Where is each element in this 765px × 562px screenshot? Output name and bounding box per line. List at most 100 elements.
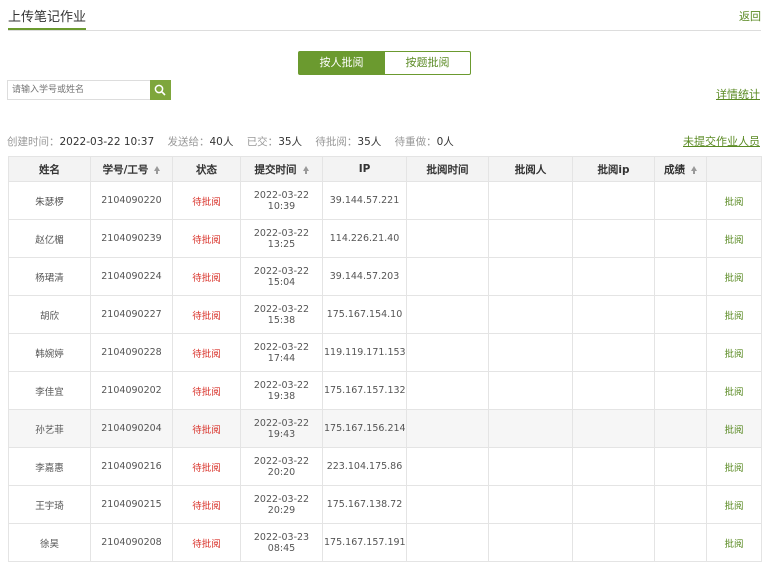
cell-reviewer xyxy=(488,485,573,524)
review-mode-toggle: 按人批阅 按题批阅 xyxy=(298,51,471,75)
col-review-time: 批阅时间 xyxy=(406,156,489,182)
page-header: 上传笔记作业 返回 xyxy=(8,0,761,31)
cell-review-time xyxy=(406,447,489,486)
cell-submit-time: 2022-03-22 20:29 xyxy=(240,485,323,524)
cell-student-id: 2104090220 xyxy=(90,181,173,220)
cell-name: 徐昊 xyxy=(8,523,91,562)
cell-student-id: 2104090224 xyxy=(90,257,173,296)
cell-ip: 175.167.138.72 xyxy=(322,485,407,524)
cell-student-id: 2104090208 xyxy=(90,523,173,562)
sent-label: 发送给： xyxy=(167,136,210,148)
col-submit-time[interactable]: 提交时间 xyxy=(240,156,323,182)
cell-student-id: 2104090202 xyxy=(90,371,173,410)
review-link[interactable]: 批阅 xyxy=(724,463,743,474)
cell-review-time xyxy=(406,333,489,372)
cell-student-id: 2104090239 xyxy=(90,219,173,258)
review-link[interactable]: 批阅 xyxy=(724,197,743,208)
search-button[interactable] xyxy=(149,80,171,100)
cell-score xyxy=(654,257,707,296)
homework-stats: 创建时间：2022-03-22 10:37 发送给：40人 已交：35人 待批阅… xyxy=(7,134,464,149)
cell-student-id: 2104090216 xyxy=(90,447,173,486)
cell-submit-time: 2022-03-22 15:04 xyxy=(240,257,323,296)
unsubmitted-list-link[interactable]: 未提交作业人员 xyxy=(683,133,760,149)
cell-submit-time: 2022-03-22 17:44 xyxy=(240,333,323,372)
cell-name: 孙艺菲 xyxy=(8,409,91,448)
cell-reviewer xyxy=(488,371,573,410)
cell-score xyxy=(654,295,707,334)
cell-action: 批阅 xyxy=(706,181,762,220)
sort-icon[interactable] xyxy=(154,165,161,174)
cell-reviewer xyxy=(488,219,573,258)
cell-action: 批阅 xyxy=(706,333,762,372)
cell-submit-time: 2022-03-22 20:20 xyxy=(240,447,323,486)
cell-ip: 39.144.57.221 xyxy=(322,181,407,220)
col-ip: IP xyxy=(322,156,407,182)
cell-reviewer xyxy=(488,181,573,220)
cell-status: 待批阅 xyxy=(172,523,241,562)
search-bar xyxy=(7,80,171,100)
cell-name: 李嘉惠 xyxy=(8,447,91,486)
sort-icon[interactable] xyxy=(302,165,309,174)
cell-student-id: 2104090228 xyxy=(90,333,173,372)
cell-ip: 119.119.171.153 xyxy=(322,333,407,372)
cell-name: 李佳宜 xyxy=(8,371,91,410)
col-score[interactable]: 成绩 xyxy=(654,156,707,182)
cell-reviewer xyxy=(488,447,573,486)
table-row: 李佳宜 2104090202 待批阅 2022-03-22 19:38 175.167.1… xyxy=(8,371,762,410)
review-link[interactable]: 批阅 xyxy=(724,501,743,512)
cell-score xyxy=(654,371,707,410)
cell-ip: 175.167.157.191 xyxy=(322,523,407,562)
cell-status: 待批阅 xyxy=(172,447,241,486)
cell-score xyxy=(654,219,707,258)
cell-score xyxy=(654,485,707,524)
cell-review-ip xyxy=(572,257,655,296)
cell-action: 批阅 xyxy=(706,409,762,448)
col-name: 姓名 xyxy=(8,156,91,182)
col-student-id[interactable]: 学号/工号 xyxy=(90,156,173,182)
review-link[interactable]: 批阅 xyxy=(724,387,743,398)
sort-icon[interactable] xyxy=(691,165,697,174)
review-link[interactable]: 批阅 xyxy=(724,349,743,360)
cell-review-time xyxy=(406,409,489,448)
by-question-tab[interactable]: 按题批阅 xyxy=(385,51,471,75)
cell-action: 批阅 xyxy=(706,523,762,562)
cell-submit-time: 2022-03-23 08:45 xyxy=(240,523,323,562)
review-link[interactable]: 批阅 xyxy=(724,539,743,550)
cell-ip: 223.104.175.86 xyxy=(322,447,407,486)
cell-score xyxy=(654,333,707,372)
search-input[interactable] xyxy=(7,80,150,100)
table-row: 孙艺菲 2104090204 待批阅 2022-03-22 19:43 175.167.1… xyxy=(8,409,762,448)
by-person-tab[interactable]: 按人批阅 xyxy=(298,51,385,75)
cell-score xyxy=(654,181,707,220)
review-link[interactable]: 批阅 xyxy=(724,425,743,436)
created-label: 创建时间： xyxy=(7,136,60,148)
detail-stats-link[interactable]: 详情统计 xyxy=(716,86,760,102)
cell-submit-time: 2022-03-22 10:39 xyxy=(240,181,323,220)
cell-ip: 175.167.157.132 xyxy=(322,371,407,410)
col-review-ip: 批阅ip xyxy=(572,156,655,182)
cell-status: 待批阅 xyxy=(172,295,241,334)
review-link[interactable]: 批阅 xyxy=(724,273,743,284)
review-link[interactable]: 批阅 xyxy=(724,235,743,246)
cell-score xyxy=(654,447,707,486)
cell-review-ip xyxy=(572,371,655,410)
table-row: 徐昊 2104090208 待批阅 2022-03-23 08:45 175.167.15… xyxy=(8,523,762,562)
cell-status: 待批阅 xyxy=(172,409,241,448)
cell-reviewer xyxy=(488,295,573,334)
page-title: 上传笔记作业 xyxy=(8,10,87,25)
pending-label: 待批阅： xyxy=(315,136,358,148)
cell-status: 待批阅 xyxy=(172,257,241,296)
cell-submit-time: 2022-03-22 19:43 xyxy=(240,409,323,448)
search-icon xyxy=(155,84,167,96)
cell-name: 赵亿楣 xyxy=(8,219,91,258)
table-row: 李嘉惠 2104090216 待批阅 2022-03-22 20:20 223.104.1… xyxy=(8,447,762,486)
cell-score xyxy=(654,409,707,448)
cell-review-ip xyxy=(572,333,655,372)
submitted-value: 35人 xyxy=(278,136,303,148)
back-link[interactable]: 返回 xyxy=(739,8,761,24)
cell-reviewer xyxy=(488,333,573,372)
cell-review-ip xyxy=(572,447,655,486)
table-row: 韩婉婷 2104090228 待批阅 2022-03-22 17:44 119.119.1… xyxy=(8,333,762,372)
review-link[interactable]: 批阅 xyxy=(724,311,743,322)
cell-review-time xyxy=(406,371,489,410)
